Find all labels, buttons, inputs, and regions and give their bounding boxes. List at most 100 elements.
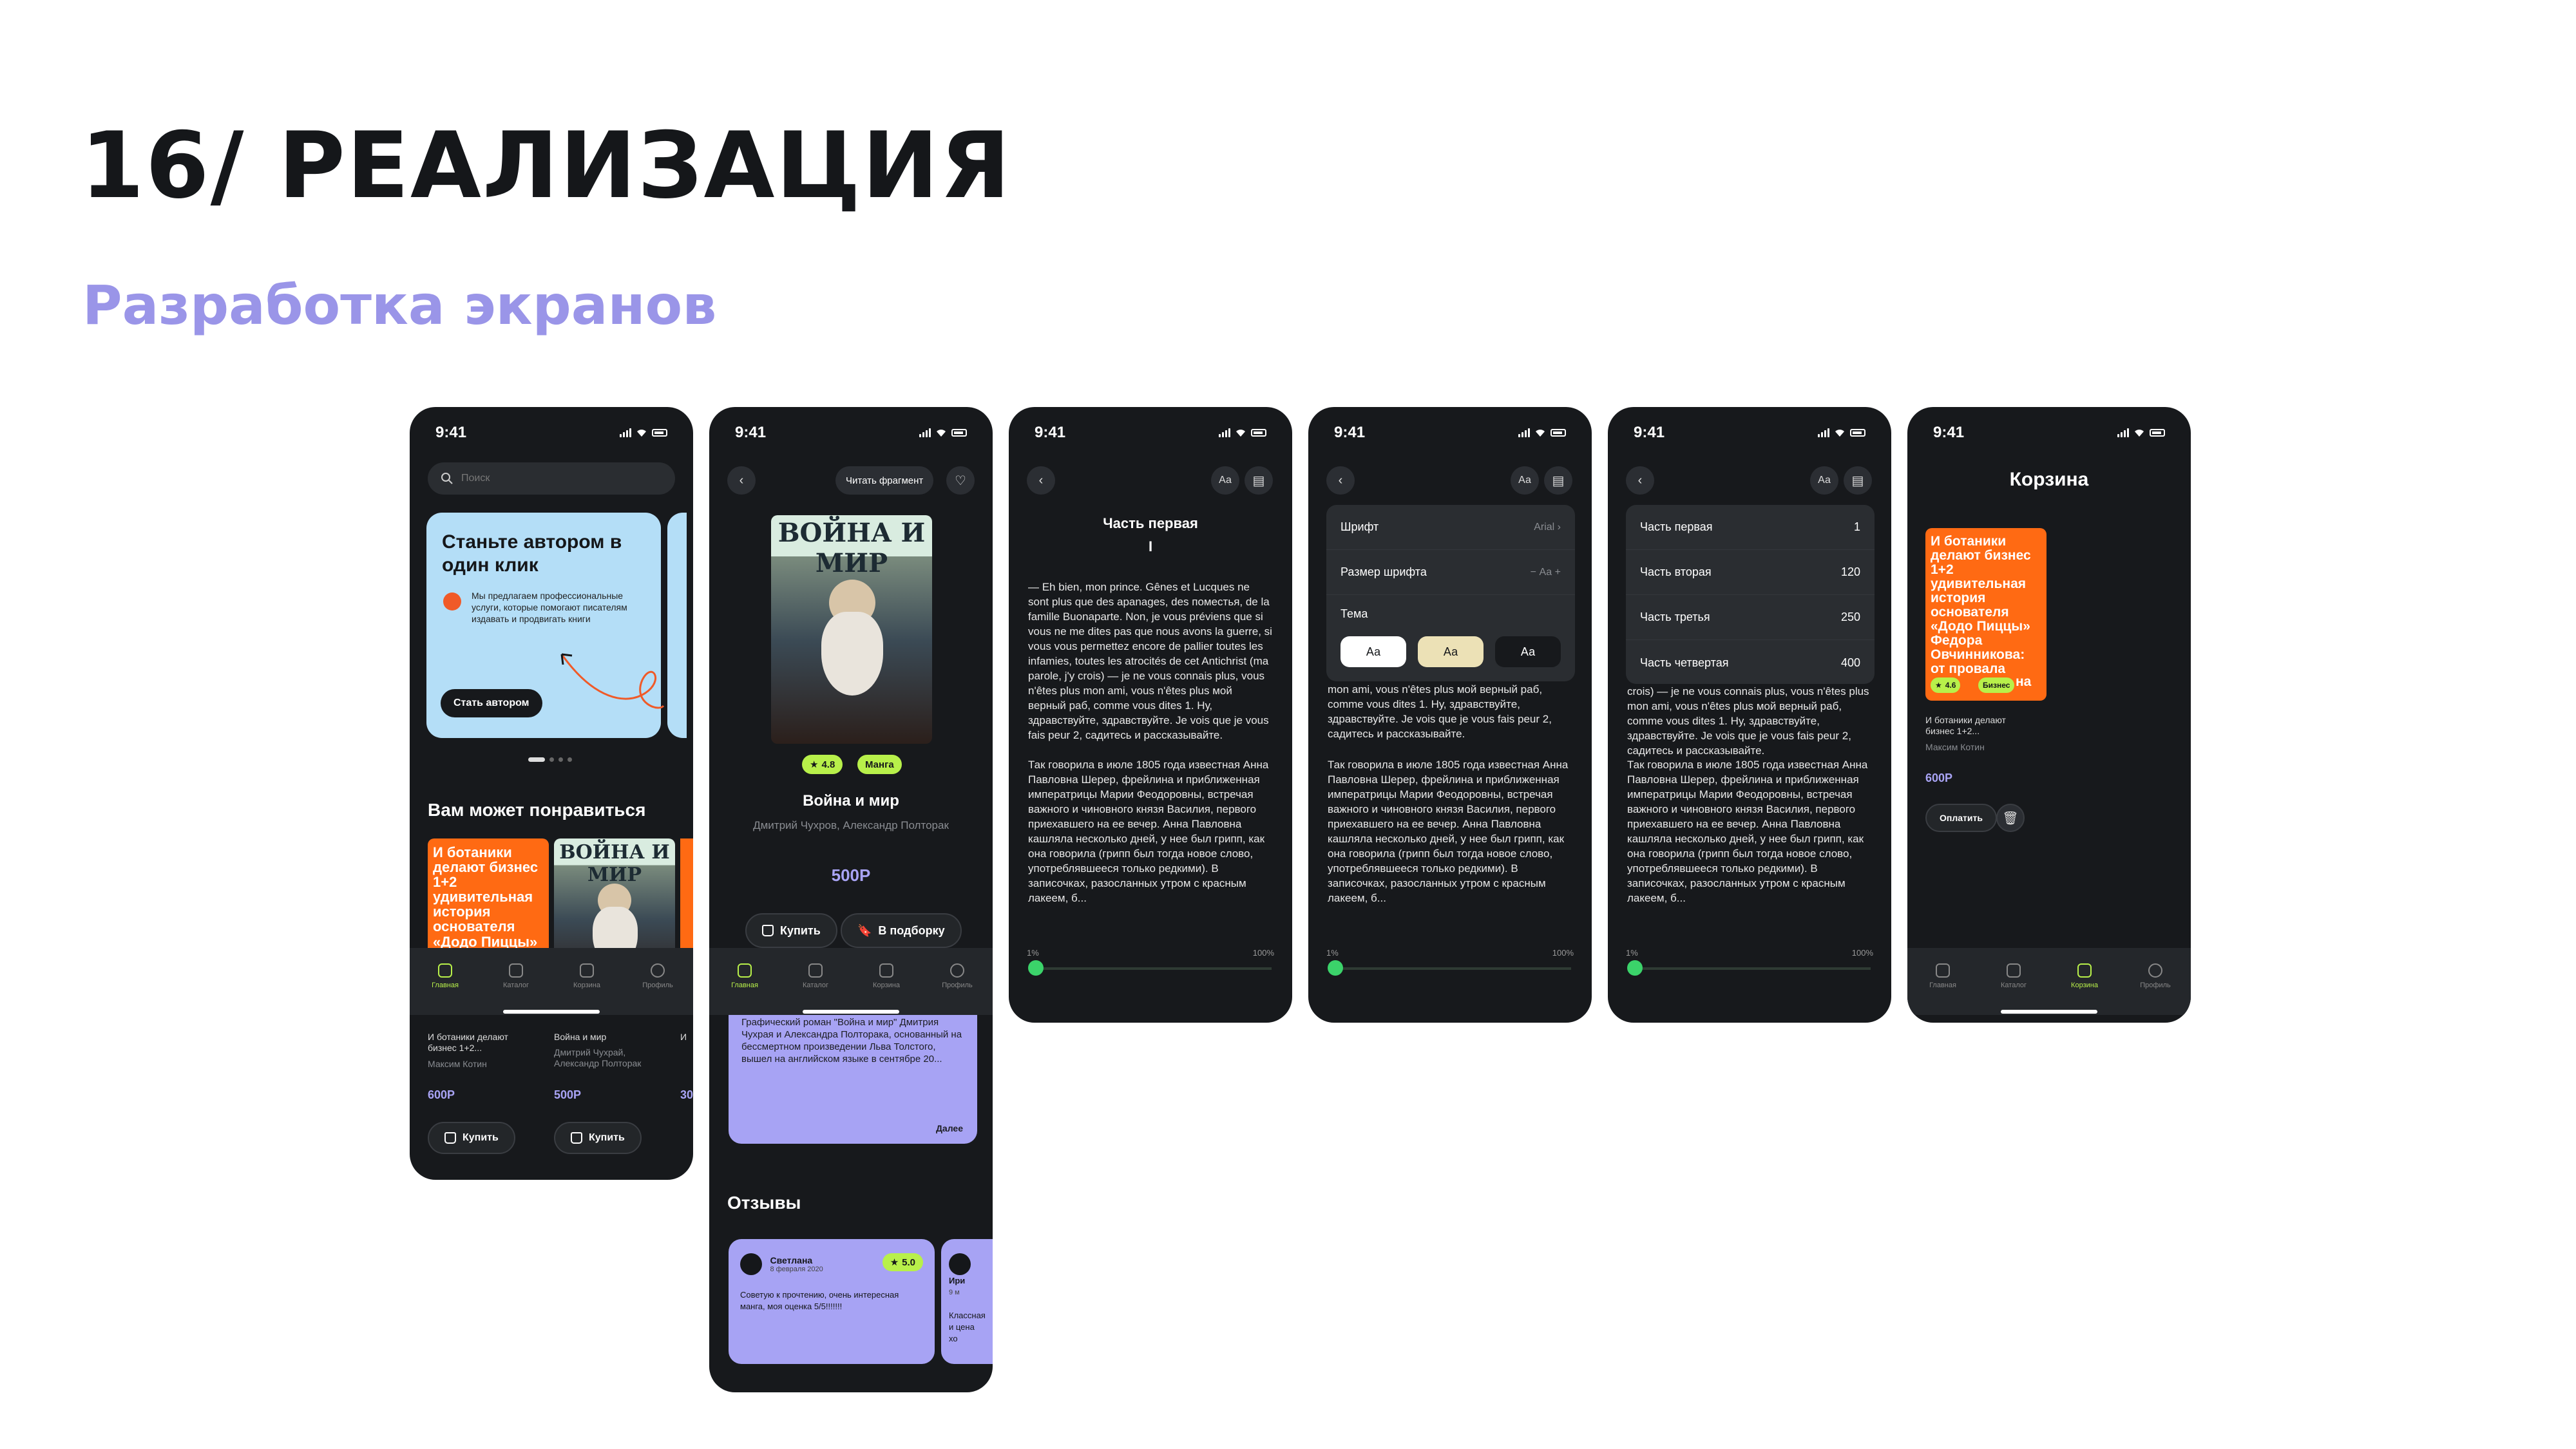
signal-icon	[1219, 428, 1230, 437]
back-button[interactable]: ‹	[727, 466, 756, 495]
chevron-left-icon: ‹	[1038, 473, 1044, 488]
contents-row[interactable]: Часть вторая 120	[1626, 550, 1875, 595]
phone-font-settings-screen: 9:41 ‹ Аа ▤ crois) — je ne vous connais …	[1308, 407, 1592, 1023]
star-icon: ★	[890, 1257, 899, 1268]
theme-label: Тема	[1340, 607, 1368, 620]
heart-icon: ♡	[955, 473, 966, 488]
status-bar: 9:41	[410, 421, 693, 444]
contents-button[interactable]: ▤	[1544, 466, 1572, 495]
contents-row[interactable]: Часть первая 1	[1626, 505, 1875, 550]
status-time: 9:41	[435, 424, 467, 441]
progress-thumb[interactable]	[1627, 960, 1643, 976]
avatar	[740, 1253, 762, 1275]
nav-cart[interactable]: Корзина	[561, 963, 613, 1015]
review-rating: ★ 5.0	[882, 1253, 923, 1271]
favorite-button[interactable]: ♡	[946, 466, 975, 495]
reading-progress-slider[interactable]	[1627, 960, 1871, 976]
nav-cart[interactable]: Корзина	[861, 963, 912, 1015]
nav-profile-label: Профиль	[2140, 981, 2171, 989]
battery-icon	[1251, 429, 1266, 437]
nav-catalog[interactable]: Каталог	[1988, 963, 2039, 1015]
add-to-collection-button[interactable]: 🔖 В подборку	[841, 913, 962, 948]
search-input[interactable]: Поиск	[428, 462, 675, 495]
signal-icon	[919, 428, 931, 437]
contents-row[interactable]: Часть третья 250	[1626, 595, 1875, 640]
progress-thumb[interactable]	[1027, 960, 1044, 976]
contents-row[interactable]: Часть четвертая 400	[1626, 640, 1875, 685]
contents-label: Часть четвертая	[1640, 656, 1729, 669]
nav-home-label: Главная	[731, 981, 758, 989]
read-fragment-button[interactable]: Читать фрагмент	[835, 466, 934, 495]
nav-profile[interactable]: Профиль	[2130, 963, 2181, 1015]
delete-button[interactable]: 🗑	[1996, 804, 2025, 832]
promo-banner[interactable]: Станьте автором в один клик Мы предлагае…	[426, 513, 665, 738]
nav-profile[interactable]: Профиль	[931, 963, 983, 1015]
home-icon	[438, 963, 452, 978]
phone-home-screen: 9:41 Поиск Станьте автором в один клик М…	[410, 407, 693, 1180]
buy-button[interactable]: Купить	[745, 913, 837, 948]
chapter-title: Часть первая	[1103, 515, 1198, 531]
buy-button[interactable]: Купить	[554, 1122, 642, 1154]
reader-text: — Eh bien, mon prince. Gênes et Lucques …	[1028, 581, 1272, 741]
user-icon	[651, 963, 665, 978]
cart-item-cover[interactable]: И ботаники делают бизнес 1+2 удивительна…	[1925, 528, 2046, 701]
font-size-row: Размер шрифта − Аа +	[1326, 550, 1575, 595]
contents-page: 1	[1853, 520, 1860, 533]
font-label: Шрифт	[1340, 520, 1379, 533]
size-value: Аа	[1539, 566, 1552, 578]
reading-progress-slider[interactable]	[1027, 960, 1272, 976]
font-settings-button[interactable]: Аа	[1810, 466, 1838, 495]
nav-home[interactable]: Главная	[719, 963, 770, 1015]
page-title: 16/ РЕАЛИЗАЦИЯ	[81, 113, 1012, 219]
font-row[interactable]: Шрифт Arial ›	[1326, 505, 1575, 550]
buy-button[interactable]: Купить	[428, 1122, 515, 1154]
contents-panel: Часть первая 1 Часть вторая 120 Часть трет…	[1626, 505, 1875, 684]
status-time: 9:41	[1334, 424, 1366, 441]
signal-icon	[1518, 428, 1530, 437]
nav-cart[interactable]: Корзина	[2059, 963, 2110, 1015]
reading-progress-slider[interactable]	[1327, 960, 1571, 976]
contents-button[interactable]: ▤	[1245, 466, 1273, 495]
more-link[interactable]: Далее	[936, 1123, 963, 1133]
book-authors: Дмитрий Чухров, Александр Полторак	[753, 819, 949, 831]
nav-profile[interactable]: Профиль	[632, 963, 683, 1015]
back-button[interactable]: ‹	[1626, 466, 1654, 495]
book-icon: ▤	[1851, 473, 1864, 488]
card-title-peek: И	[680, 1032, 687, 1042]
signal-icon	[620, 428, 631, 437]
contents-button[interactable]: ▤	[1844, 466, 1872, 495]
nav-cart-label: Корзина	[2071, 981, 2098, 989]
nav-catalog[interactable]: Каталог	[790, 963, 841, 1015]
pay-button[interactable]: Оплатить	[1925, 804, 1997, 832]
chevron-left-icon: ‹	[1338, 473, 1343, 488]
signal-icon	[2117, 428, 2129, 437]
chapter-number: I	[1148, 538, 1153, 554]
carousel-dots[interactable]	[528, 757, 572, 762]
next-banner-peek[interactable]	[667, 513, 687, 738]
back-button[interactable]: ‹	[1326, 466, 1355, 495]
bottom-nav: Главная Каталог Корзина Профиль	[410, 948, 693, 1015]
chevron-right-icon: ›	[1557, 521, 1561, 533]
back-button[interactable]: ‹	[1027, 466, 1055, 495]
phone-cart-screen: 9:41 Корзина И ботаники делают бизнес 1+…	[1907, 407, 2191, 1023]
nav-home[interactable]: Главная	[1917, 963, 1969, 1015]
review-date: 9 м	[949, 1289, 960, 1296]
progress-thumb[interactable]	[1327, 960, 1343, 976]
nav-home[interactable]: Главная	[419, 963, 471, 1015]
add-label: В подборку	[878, 923, 945, 937]
theme-dark-button[interactable]: Аа	[1495, 636, 1561, 667]
search-placeholder: Поиск	[461, 473, 490, 484]
font-settings-button[interactable]: Аа	[1511, 466, 1539, 495]
font-settings-button[interactable]: Аа	[1211, 466, 1239, 495]
nav-catalog[interactable]: Каталог	[490, 963, 542, 1015]
size-increase-button[interactable]: +	[1555, 567, 1561, 578]
book-cover: ВОЙНА И МИР	[771, 515, 932, 744]
size-decrease-button[interactable]: −	[1531, 567, 1536, 578]
buy-label: Купить	[589, 1132, 625, 1143]
grid-icon	[808, 963, 823, 978]
theme-sepia-button[interactable]: Аа	[1418, 636, 1484, 667]
theme-light-button[interactable]: Аа	[1340, 636, 1406, 667]
nav-catalog-label: Каталог	[803, 981, 828, 989]
become-author-button[interactable]: Стать автором	[441, 689, 542, 717]
cover-title: ВОЙНА И МИР	[778, 518, 926, 578]
